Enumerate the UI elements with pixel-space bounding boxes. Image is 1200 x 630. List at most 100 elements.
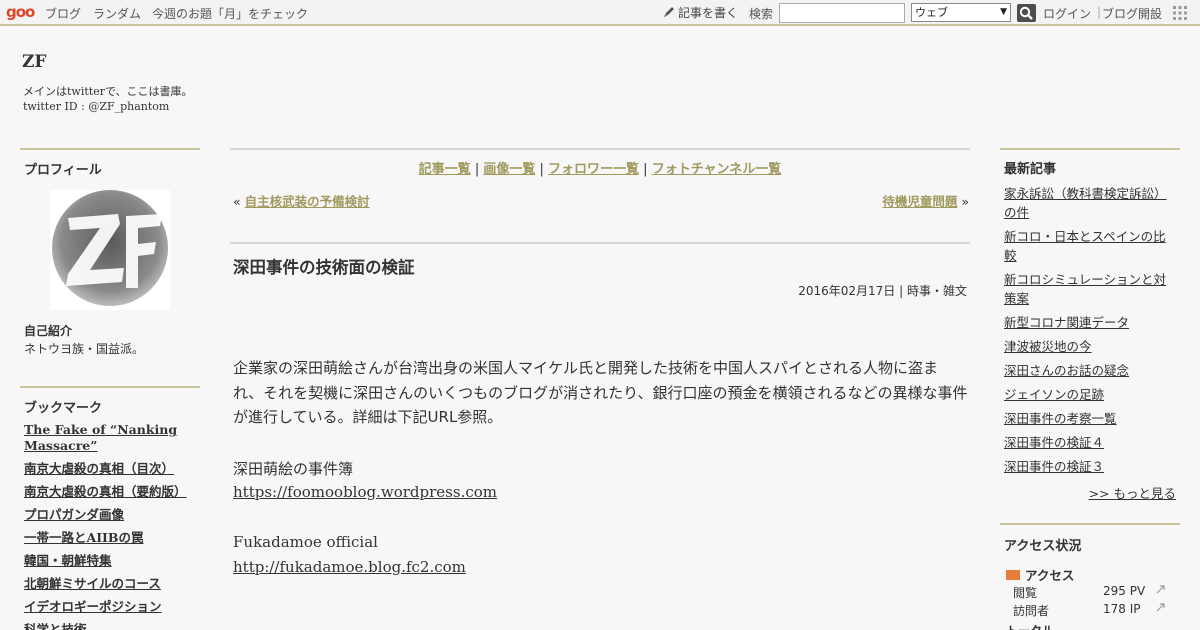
post-title[interactable]: 深田事件の技術面の検証 [233, 254, 415, 278]
list-item: 新コロシミュレーションと対策案 [1004, 270, 1176, 308]
recent-heading: 最新記事 [1004, 162, 1057, 177]
recent-post-link[interactable]: 深田事件の考察一覧 [1004, 411, 1117, 426]
chevron-down-icon: ▼ [1000, 7, 1007, 17]
access-row-label: 訪問者 [1013, 604, 1050, 618]
more-recent-link[interactable]: >> もっと見る [1089, 486, 1176, 501]
post-line-label: Fukadamoe official [233, 533, 378, 551]
login-link[interactable]: ログイン [1043, 5, 1091, 22]
recent-post-link[interactable]: 新型コロナ関連データ [1004, 315, 1129, 330]
list-item: 北朝鮮ミサイルのコース [24, 576, 200, 592]
bookmark-link[interactable]: 南京大虐殺の真相（目次） [24, 461, 174, 476]
post-date: 2016年02月17日 [798, 284, 896, 298]
bookmark-link[interactable]: The Fake of “Nanking Massacre” [24, 422, 177, 453]
app-grid-icon[interactable] [1172, 5, 1188, 21]
list-item: イデオロギーポジション [24, 599, 200, 615]
recent-list: 家永訴訟（教科書検定訴訟）の件 新コロ・日本とスペインの比較 新コロシミュレーシ… [1004, 184, 1176, 481]
more-recent: >> もっと見る [1089, 483, 1176, 502]
profile-box: プロフィール [20, 148, 200, 178]
nav-random-link[interactable]: ランダム [93, 5, 141, 22]
top-bar: goo ブログ ランダム 今週のお題「月」をチェック 記事を書く 検索 ウェブ … [0, 0, 1200, 26]
article-list-link[interactable]: 記事一覧 [419, 162, 471, 177]
search-input[interactable] [779, 3, 905, 23]
list-item: 南京大虐殺の真相（目次） [24, 461, 200, 477]
blog-description-line1: メインはtwitterで、ここは書庫。 [23, 85, 193, 98]
center-nav-links: 記事一覧 | 画像一覧 | フォロワー一覧 | フォトチャンネル一覧 [230, 158, 970, 177]
access-row-value: 178 IP [1103, 602, 1141, 616]
post-meta: 2016年02月17日 | 時事・雑文 [798, 282, 967, 299]
bookmark-link[interactable]: イデオロギーポジション [24, 599, 162, 614]
bookmark-link[interactable]: 一帯一路とAIIBの罠 [24, 530, 143, 545]
bookmarks-box: ブックマーク [20, 386, 200, 416]
post-url-1: https://foomooblog.wordpress.com [233, 483, 497, 501]
list-item: ジェイソンの足跡 [1004, 385, 1176, 404]
bookmark-link[interactable]: 北朝鮮ミサイルのコース [24, 576, 161, 591]
trend-arrow-icon [1156, 603, 1165, 612]
post-category-link[interactable]: 時事・雑文 [907, 284, 967, 298]
list-item: プロパガンダ画像 [24, 507, 200, 523]
pen-icon [664, 7, 674, 17]
nav-separator: | [639, 162, 652, 177]
nav-weekly-topic-link[interactable]: 今週のお題「月」をチェック [152, 5, 308, 22]
post-url-link[interactable]: http://fukadamoe.blog.fc2.com [233, 558, 466, 576]
search-button[interactable] [1017, 4, 1036, 22]
list-item: 新型コロナ関連データ [1004, 313, 1176, 332]
bookmarks-list: The Fake of “Nanking Massacre” 南京大虐殺の真相（… [24, 422, 200, 630]
access-row-views: 閲覧 295 PV [1013, 584, 1173, 601]
recent-box-rule [1000, 148, 1180, 150]
post-url-2: http://fukadamoe.blog.fc2.com [233, 558, 466, 576]
access-heading: アクセス状況 [1004, 539, 1082, 554]
avatar [50, 190, 170, 310]
list-item: 家永訴訟（教科書検定訴訟）の件 [1004, 184, 1176, 222]
prev-post-link[interactable]: 自主核武装の予備検討 [245, 194, 370, 209]
follower-list-link[interactable]: フォロワー一覧 [548, 162, 639, 177]
search-icon [1019, 6, 1033, 20]
prev-marker: « [233, 194, 245, 209]
list-item: 深田事件の考察一覧 [1004, 409, 1176, 428]
image-list-link[interactable]: 画像一覧 [483, 162, 535, 177]
access-total-title: トータル [1006, 622, 1054, 630]
nav-blog-link[interactable]: ブログ [45, 5, 81, 22]
access-title-label: アクセス [1025, 568, 1075, 583]
topbar-separator: | [1097, 5, 1102, 19]
access-title: アクセス [1006, 565, 1074, 584]
list-item: 韓国・朝鮮特集 [24, 553, 200, 569]
access-row-value: 295 PV [1103, 584, 1146, 598]
nav-separator: | [535, 162, 549, 177]
nav-separator: | [470, 162, 484, 177]
access-row-label: 閲覧 [1013, 586, 1038, 600]
prev-post: « 自主核武装の予備検討 [233, 191, 370, 210]
access-box-rule [1000, 523, 1180, 525]
bookmark-link[interactable]: 科学と技術 [24, 622, 87, 630]
post-url-link[interactable]: https://foomooblog.wordpress.com [233, 483, 497, 501]
recent-post-link[interactable]: ジェイソンの足跡 [1004, 387, 1104, 402]
bookmarks-heading: ブックマーク [24, 401, 103, 416]
recent-post-link[interactable]: 津波被災地の今 [1004, 339, 1092, 354]
write-article-label: 記事を書く [678, 6, 739, 20]
list-item: 一帯一路とAIIBの罠 [24, 530, 200, 546]
post-divider [230, 242, 970, 244]
bookmark-link[interactable]: プロパガンダ画像 [24, 507, 124, 522]
blog-start-link[interactable]: ブログ開設 [1102, 5, 1162, 22]
recent-post-link[interactable]: 新コロシミュレーションと対策案 [1004, 272, 1166, 306]
recent-post-link[interactable]: 家永訴訟（教科書検定訴訟）の件 [1004, 186, 1167, 220]
photo-channel-link[interactable]: フォトチャンネル一覧 [652, 162, 782, 177]
recent-post-link[interactable]: 深田事件の検証３ [1004, 459, 1104, 474]
bookmark-link[interactable]: 南京大虐殺の真相（要約版） [24, 484, 187, 499]
list-item: 津波被災地の今 [1004, 337, 1176, 356]
list-item: 深田事件の検証３ [1004, 457, 1176, 476]
blog-description-line2: twitter ID : @ZF_phantom [23, 100, 170, 113]
goo-logo[interactable]: goo [6, 3, 35, 21]
post-body-text: 企業家の深田萌絵さんが台湾出身の米国人マイケル氏と開発した技術を中国人スパイとさ… [233, 359, 968, 426]
blog-title[interactable]: ZF [22, 52, 46, 72]
recent-post-link[interactable]: 深田事件の検証４ [1004, 435, 1104, 450]
next-post-link[interactable]: 待機児童問題 [882, 194, 957, 209]
write-article-link[interactable]: 記事を書く [663, 4, 738, 21]
search-scope-select[interactable]: ウェブ ▼ [911, 3, 1011, 22]
center-top-rule [230, 148, 970, 150]
bookmark-link[interactable]: 韓国・朝鮮特集 [24, 553, 112, 568]
recent-post-link[interactable]: 新コロ・日本とスペインの比較 [1004, 229, 1166, 263]
list-item: 科学と技術 [24, 622, 200, 630]
recent-post-link[interactable]: 深田さんのお話の疑念 [1004, 363, 1129, 378]
self-intro-heading: 自己紹介 [24, 324, 73, 338]
meta-separator: | [895, 284, 907, 298]
